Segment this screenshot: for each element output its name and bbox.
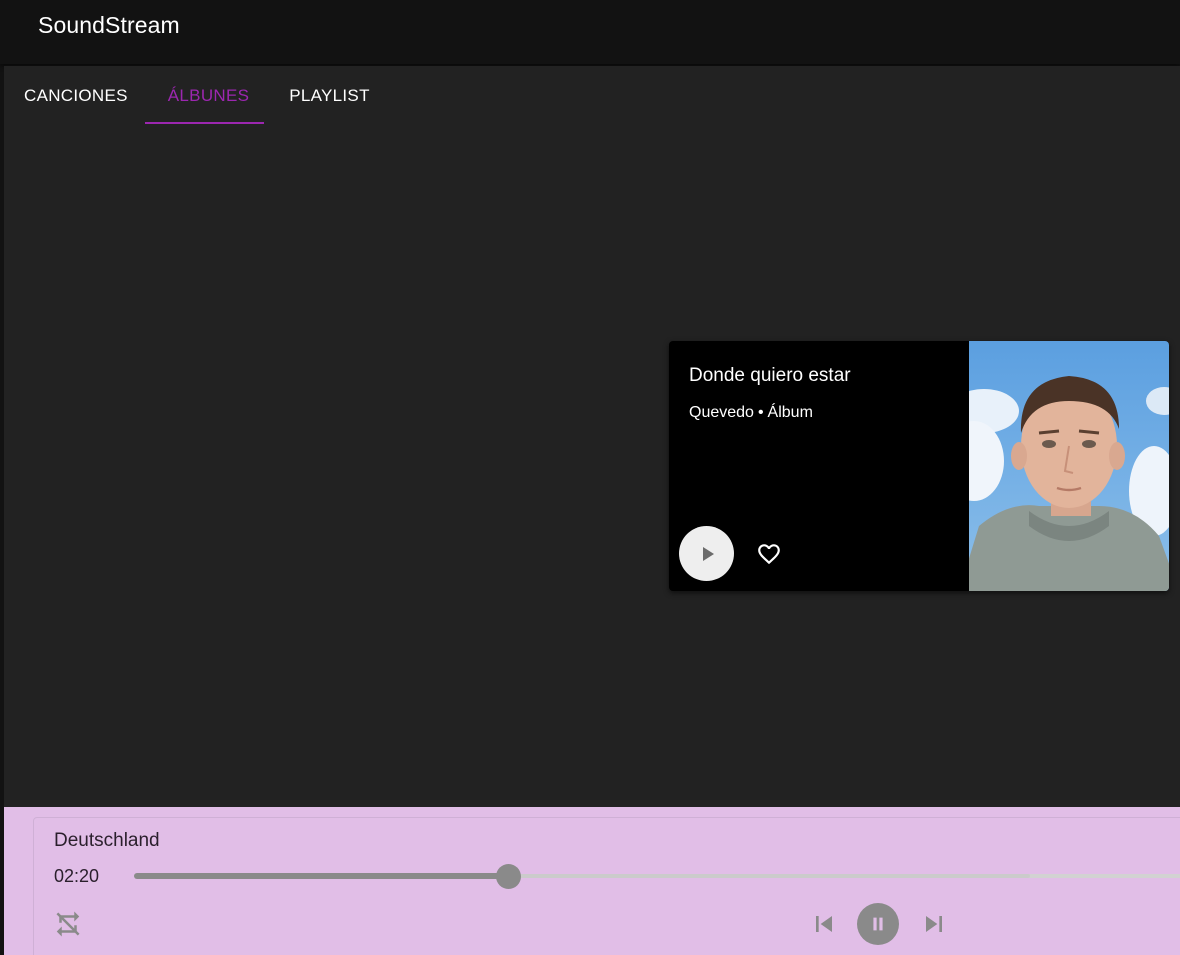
repeat-off-icon xyxy=(56,911,80,937)
album-like-button[interactable] xyxy=(752,537,786,571)
repeat-button[interactable] xyxy=(50,906,86,942)
progress-thumb[interactable] xyxy=(496,864,522,889)
pause-button[interactable] xyxy=(857,903,899,945)
album-separator: • xyxy=(757,404,764,421)
previous-button[interactable] xyxy=(806,906,842,942)
tab-label: ÁLBUNES xyxy=(167,85,250,105)
progress-slider[interactable] xyxy=(134,864,1180,889)
elapsed-time: 02:20 xyxy=(54,866,100,886)
tab-albunes[interactable]: ÁLBUNES xyxy=(148,66,269,125)
music-player: Deutschland 02:20 xyxy=(4,807,1180,955)
main-panel: CANCIONES ÁLBUNES PLAYLIST Donde quiero … xyxy=(4,66,1180,807)
album-cover-image xyxy=(969,341,1169,591)
play-arrow-icon xyxy=(702,546,714,561)
pause-icon xyxy=(873,917,883,931)
tab-label: PLAYLIST xyxy=(289,85,370,105)
skip-next-icon xyxy=(926,916,942,932)
tab-indicator xyxy=(145,122,264,124)
album-type: Álbum xyxy=(767,404,813,421)
player-card: Deutschland 02:20 xyxy=(33,817,1180,955)
app-root: SoundStream CANCIONES ÁLBUNES PLAYLIST D… xyxy=(0,0,1180,955)
tab-label: CANCIONES xyxy=(24,85,128,105)
album-artist: Quevedo xyxy=(689,404,754,421)
app-title: SoundStream xyxy=(38,12,180,38)
tab-bar: CANCIONES ÁLBUNES PLAYLIST xyxy=(4,66,390,125)
next-button[interactable] xyxy=(916,906,952,942)
heart-outline-icon xyxy=(758,544,780,565)
tab-canciones[interactable]: CANCIONES xyxy=(4,66,148,125)
album-card[interactable]: Donde quiero estar Quevedo • Álbum xyxy=(669,341,1169,591)
now-playing-title: Deutschland xyxy=(54,830,160,851)
album-play-button[interactable] xyxy=(679,526,734,581)
album-title: Donde quiero estar xyxy=(689,365,851,386)
app-bar: SoundStream xyxy=(0,0,1180,64)
tab-playlist[interactable]: PLAYLIST xyxy=(269,66,390,125)
skip-previous-icon xyxy=(816,916,832,932)
progress-fill xyxy=(134,873,509,879)
album-subtitle: Quevedo • Álbum xyxy=(689,404,813,422)
